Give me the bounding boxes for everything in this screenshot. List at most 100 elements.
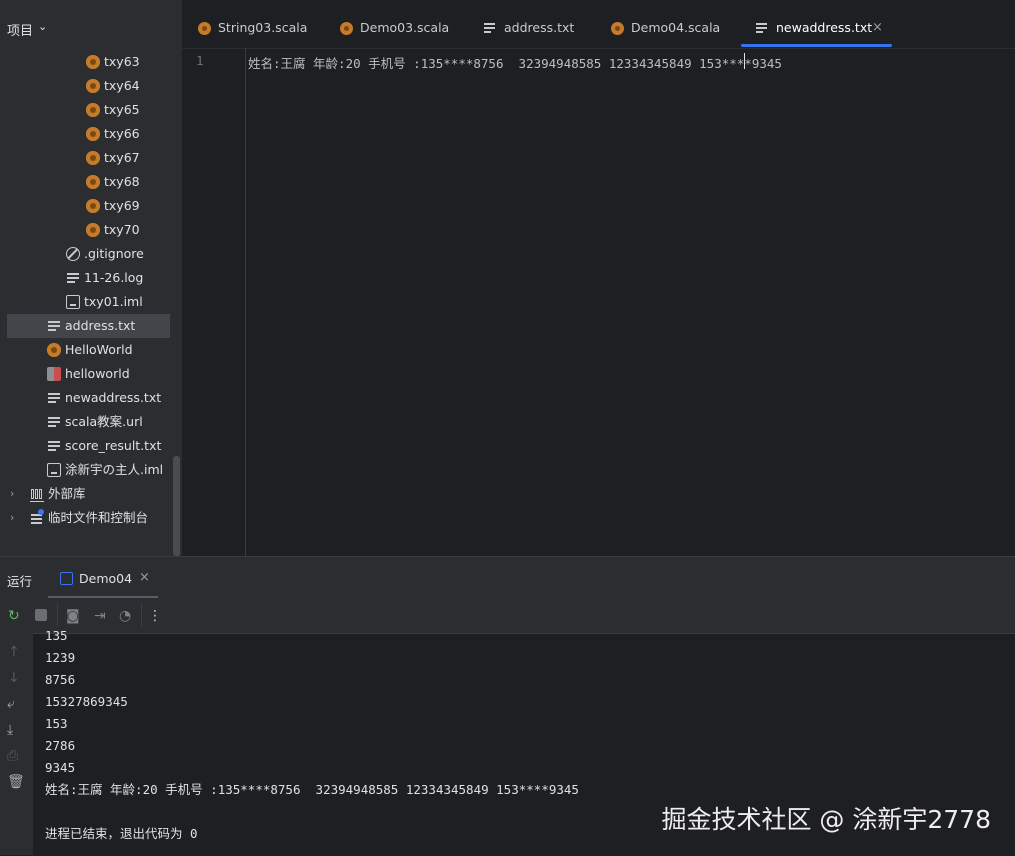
close-icon[interactable]: × (872, 0, 883, 56)
tree-item-label: txy01.iml (84, 294, 143, 309)
console-line: 进程已结束，退出代码为 0 (45, 826, 198, 841)
console-line: 8756 (45, 672, 76, 687)
editor-tab-label: address.txt (504, 20, 575, 35)
rerun-icon[interactable]: ↻ (8, 608, 20, 624)
line-number: 1 (196, 53, 204, 68)
tree-item[interactable]: helloworld (0, 362, 170, 386)
run-toolbar: ↻ ◙ ⇥ ◔ ⋮ (0, 599, 1015, 634)
arrow-up-icon[interactable]: ↑ (8, 644, 20, 660)
scala-file-icon (340, 22, 353, 35)
tree-item-label: txy68 (104, 174, 140, 189)
iml-file-icon (66, 295, 80, 309)
tree-item[interactable]: txy64 (0, 74, 170, 98)
text-file-icon (47, 439, 61, 453)
tree-item-label: 11-26.log (84, 270, 144, 285)
chevron-right-icon[interactable]: › (10, 506, 14, 530)
tree-item-label: 外部库 (48, 486, 86, 501)
tree-item[interactable]: 涂新宇の主人.iml (0, 458, 170, 482)
scratch-icon (30, 509, 44, 525)
editor-tab-label: String03.scala (218, 20, 308, 35)
scala-file-icon (86, 103, 100, 117)
tree-item[interactable]: txy66 (0, 122, 170, 146)
text-file-icon (47, 319, 61, 333)
scroll-to-end-icon[interactable]: ⤓ (7, 722, 13, 738)
tree-item[interactable]: txy69 (0, 194, 170, 218)
console-line: 135 (45, 628, 68, 643)
tree-item-label: .gitignore (84, 246, 144, 261)
run-tab-demo04[interactable]: Demo04 × (48, 559, 158, 597)
chevron-right-icon[interactable]: › (10, 482, 14, 506)
tree-item-label: txy64 (104, 78, 140, 93)
more-options-icon[interactable]: ⋮ (148, 608, 162, 624)
tree-item[interactable]: txy01.iml (0, 290, 170, 314)
tree-item[interactable]: txy65 (0, 98, 170, 122)
run-tab-label: Demo04 (79, 571, 133, 586)
editor-tab-label: Demo04.scala (631, 20, 721, 35)
tree-item-label: 临时文件和控制台 (48, 510, 149, 525)
console-line: 2786 (45, 738, 76, 753)
editor-area[interactable] (182, 0, 1015, 556)
project-scrollbar[interactable] (173, 456, 180, 556)
tree-item-label: HelloWorld (65, 342, 133, 357)
arrow-down-icon[interactable]: ↓ (8, 670, 20, 686)
tree-item[interactable]: 11-26.log (0, 266, 170, 290)
text-file-icon (756, 22, 769, 35)
scala-file-icon (47, 343, 61, 357)
ignore-icon (66, 247, 80, 261)
tree-item[interactable]: HelloWorld (0, 338, 170, 362)
tree-item-label: scala教案.url (65, 414, 143, 429)
scala-file-icon (86, 175, 100, 189)
console-line: 15327869345 (45, 694, 128, 709)
chevron-down-icon[interactable]: ⌄ (38, 20, 47, 33)
tree-item[interactable]: scala教案.url (0, 410, 170, 434)
tree-item[interactable]: txy68 (0, 170, 170, 194)
text-caret (744, 53, 745, 69)
tree-item-label: txy69 (104, 198, 140, 213)
scala-file-icon (86, 55, 100, 69)
console-side-toolbar: ↑ ↓ ⤶ ⤓ ⎙ 🗑 (0, 633, 33, 855)
scala-file-icon (86, 127, 100, 141)
tree-item-label: helloworld (65, 366, 130, 381)
tree-item[interactable]: address.txt (7, 314, 170, 338)
import-icon[interactable]: ⇥ (94, 608, 106, 624)
tree-item-label: address.txt (65, 318, 136, 333)
print-icon[interactable]: ⎙ (7, 748, 18, 764)
run-panel-title: 运行 (7, 574, 33, 589)
gauge-icon[interactable]: ◔ (119, 608, 131, 624)
run-tab-indicator (48, 596, 158, 598)
console-line: 9345 (45, 760, 76, 775)
trash-icon[interactable]: 🗑 (7, 774, 25, 790)
tree-item-label: txy70 (104, 222, 140, 237)
tree-item[interactable]: .gitignore (0, 242, 170, 266)
scala-file-icon (86, 79, 100, 93)
tree-item[interactable]: › 临时文件和控制台 (0, 506, 170, 530)
tree-item-label: score_result.txt (65, 438, 162, 453)
soft-wrap-icon[interactable]: ⤶ (7, 696, 15, 712)
scala-file-icon (198, 22, 211, 35)
tree-item[interactable]: txy70 (0, 218, 170, 242)
tree-item[interactable]: txy63 (0, 50, 170, 74)
close-icon[interactable]: × (139, 570, 150, 585)
project-title[interactable]: 项目 (7, 20, 33, 39)
camera-icon[interactable]: ◙ (66, 608, 80, 624)
editor-line-1[interactable]: 姓名:王腐 年龄:20 手机号 :135****8756 32394948585… (248, 53, 782, 72)
editor-tab-label: newaddress.txt (776, 20, 873, 35)
tree-item[interactable]: › 外部库 (0, 482, 170, 506)
project-header[interactable]: 项目 ⌄ (0, 0, 182, 48)
tree-item[interactable]: txy67 (0, 146, 170, 170)
stop-icon[interactable] (35, 609, 47, 621)
tree-item-label: 涂新宇の主人.iml (65, 462, 164, 477)
tree-item[interactable]: score_result.txt (0, 434, 170, 458)
watermark: 掘金技术社区 @ 涂新宇2778 (661, 805, 991, 834)
gutter-divider (245, 48, 246, 556)
tree-item-label: txy63 (104, 54, 140, 69)
text-file-icon (66, 271, 80, 285)
toolbar-divider (141, 604, 142, 626)
text-file-icon (47, 391, 61, 405)
console-line: 153 (45, 716, 68, 731)
text-file-icon (484, 22, 497, 35)
tree-item-label: txy65 (104, 102, 140, 117)
tree-item[interactable]: newaddress.txt (0, 386, 170, 410)
scala-file-icon (611, 22, 624, 35)
console-line: 1239 (45, 650, 76, 665)
